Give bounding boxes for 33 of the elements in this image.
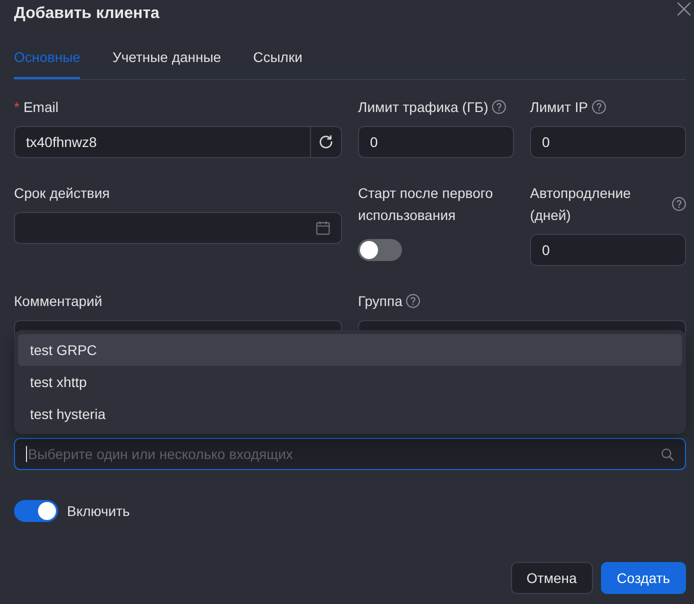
field-label: Комментарий — [14, 292, 102, 311]
text-cursor-icon — [26, 446, 27, 462]
field-label: Лимит трафика (ГБ) — [358, 98, 488, 117]
switch-label: Включить — [67, 502, 130, 521]
create-button[interactable]: Создать — [600, 562, 686, 594]
close-button[interactable] — [677, 2, 691, 16]
tab[interactable]: Ссылки — [253, 46, 302, 79]
field-label: Старт после первого использования — [358, 184, 494, 225]
number-field[interactable]: 0 — [530, 234, 686, 266]
tab[interactable]: Учетные данные — [112, 46, 222, 79]
toggle-switch[interactable] — [358, 239, 402, 261]
field-label: Лимит IP — [530, 98, 588, 117]
close-icon — [677, 2, 691, 16]
refresh-icon — [319, 135, 333, 149]
text-field[interactable]: tx40fhnwz8 — [14, 126, 311, 158]
refresh-button[interactable] — [310, 126, 342, 158]
dropdown-option[interactable]: test hysteria — [18, 398, 682, 430]
dropdown-option[interactable]: test xhttp — [18, 366, 682, 398]
toggle-switch[interactable] — [14, 500, 58, 522]
select-field[interactable]: Выберите один или несколько входящих — [14, 438, 686, 470]
date-field[interactable] — [14, 212, 342, 244]
field-label: Группа — [358, 292, 402, 311]
required-mark: * — [14, 98, 20, 117]
dropdown-option[interactable]: test GRPC — [18, 334, 682, 366]
search-icon — [661, 448, 674, 461]
cancel-button[interactable]: Отмена — [510, 562, 593, 594]
number-field[interactable]: 0 — [358, 126, 514, 158]
field-label: Срок действия — [14, 184, 110, 203]
dialog-title: Добавить клиента — [14, 4, 160, 24]
field-label: Автопродление (дней) — [530, 184, 632, 225]
number-field[interactable]: 0 — [530, 126, 686, 158]
calendar-icon — [316, 221, 330, 235]
field-label: Email — [23, 98, 58, 117]
